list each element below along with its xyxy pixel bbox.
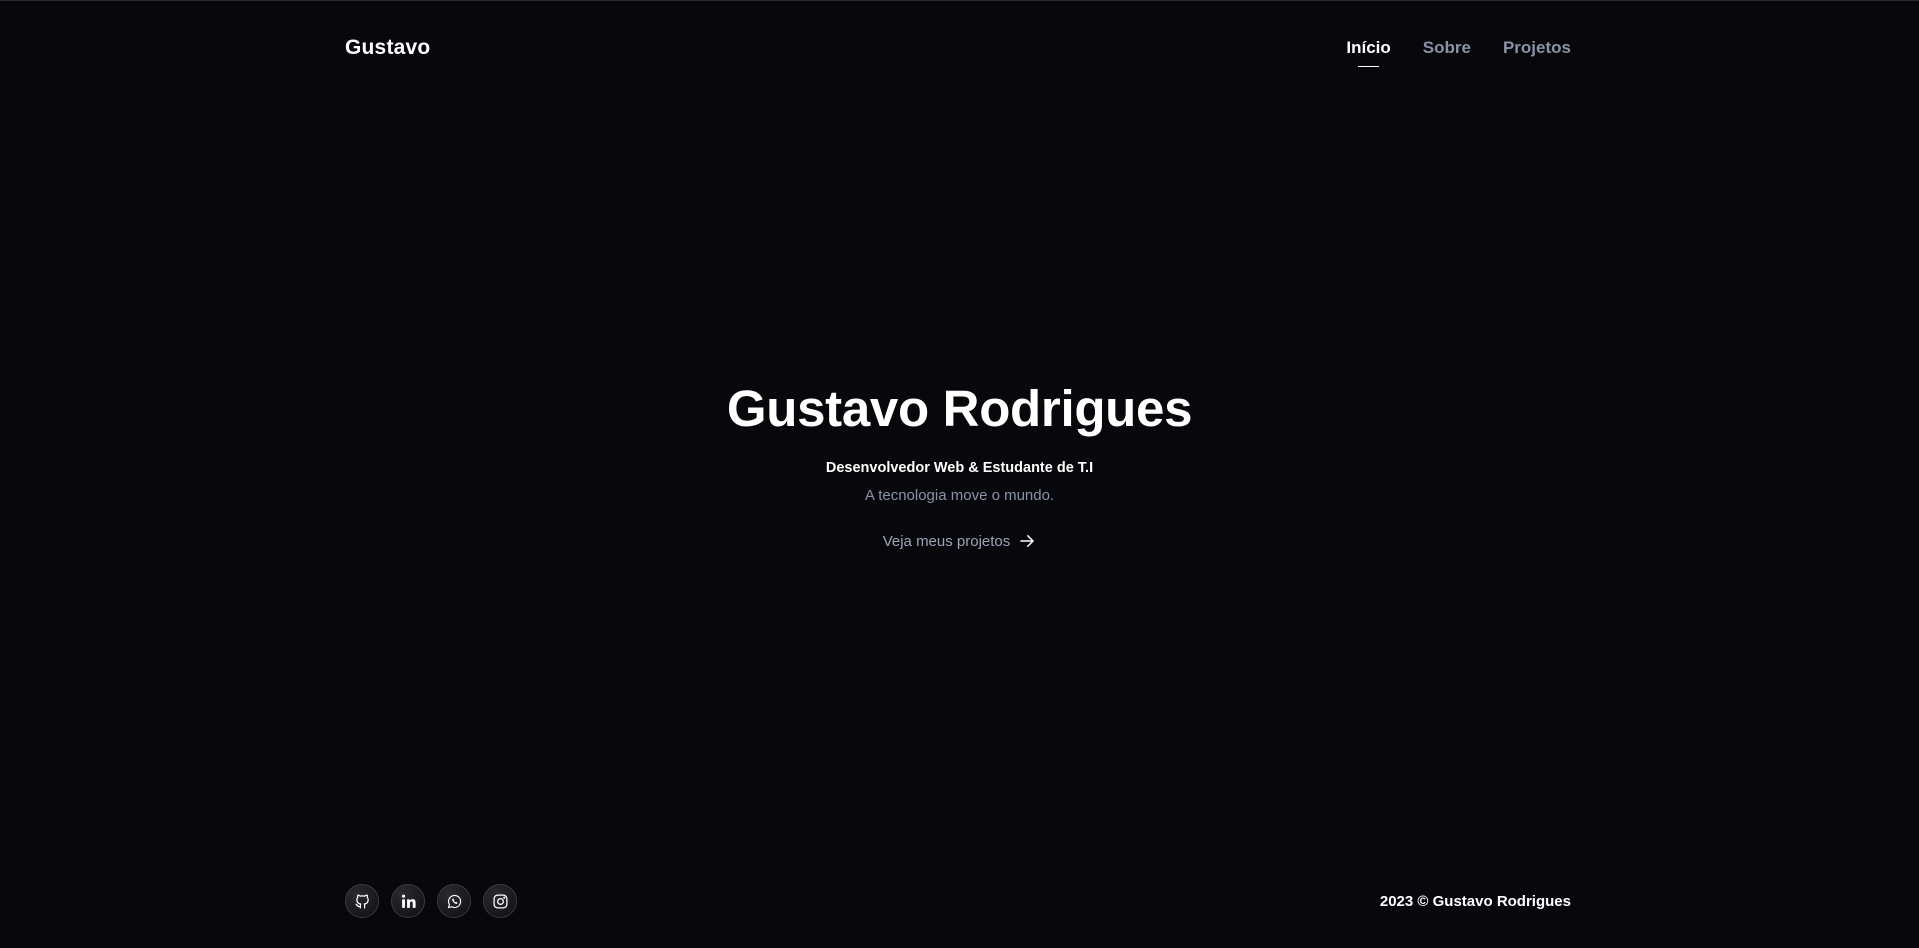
whatsapp-button[interactable] [437, 884, 471, 918]
copyright-text: 2023 © Gustavo Rodrigues [1379, 892, 1571, 910]
hero-title: Gustavo Rodrigues [726, 380, 1193, 437]
hero-section: Gustavo Rodrigues Desenvolvedor Web & Es… [0, 379, 1919, 551]
github-icon [354, 894, 369, 909]
nav-item-projetos[interactable]: Projetos [1503, 38, 1571, 58]
main-nav: Início Sobre Projetos [1346, 38, 1571, 67]
instagram-icon [492, 893, 508, 909]
hero-tagline: A tecnologia move o mundo. [864, 487, 1055, 504]
brand-logo[interactable]: Gustavo [345, 36, 430, 60]
page: Gustavo Início Sobre Projetos Gustavo Ro… [0, 0, 1919, 948]
header: Gustavo Início Sobre Projetos [345, 31, 1571, 67]
whatsapp-icon [447, 894, 461, 908]
hero-subtitle: Desenvolvedor Web & Estudante de T.I [825, 460, 1094, 476]
nav-item-sobre[interactable]: Sobre [1423, 38, 1471, 58]
social-links [345, 884, 517, 918]
github-button[interactable] [345, 884, 379, 918]
view-projects-label: Veja meus projetos [882, 532, 1011, 550]
view-projects-link[interactable]: Veja meus projetos [883, 532, 1037, 550]
nav-item-inicio[interactable]: Início [1346, 38, 1391, 67]
linkedin-icon [401, 894, 416, 908]
instagram-button[interactable] [483, 884, 517, 918]
arrow-right-icon [1020, 535, 1035, 547]
linkedin-button[interactable] [391, 884, 425, 918]
footer: 2023 © Gustavo Rodrigues [345, 883, 1571, 919]
